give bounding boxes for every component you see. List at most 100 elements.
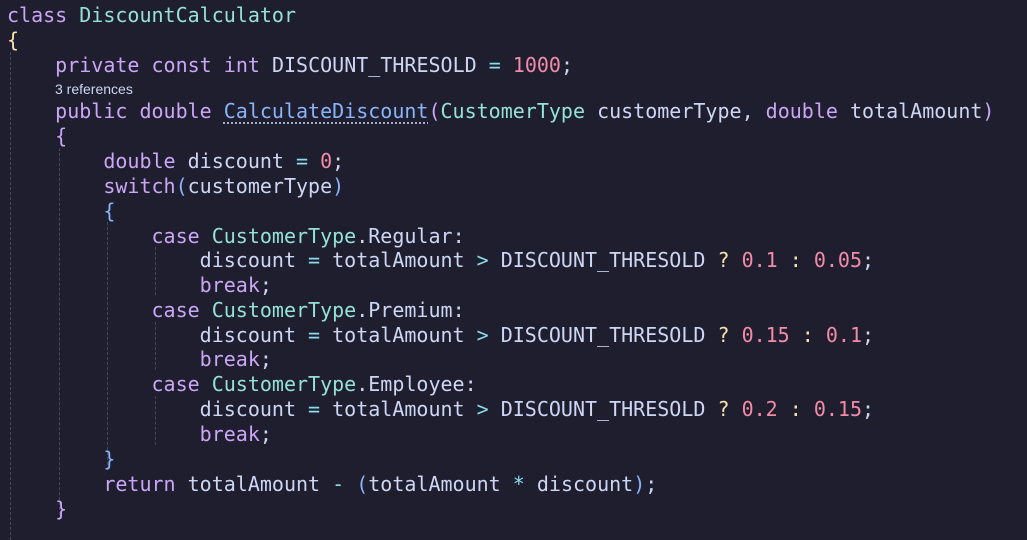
code-line[interactable]: { [7, 199, 115, 224]
code-line[interactable]: case CustomerType.Employee: [7, 372, 477, 397]
code-line[interactable]: case CustomerType.Regular: [7, 224, 465, 249]
code-token: ; [560, 53, 574, 77]
code-token: { [103, 199, 116, 223]
code-token: totalAmount [368, 472, 501, 496]
code-token: double [103, 149, 176, 173]
code-line[interactable]: return totalAmount - (totalAmount * disc… [7, 472, 657, 497]
code-line[interactable]: private const int DISCOUNT_THRESOLD = 10… [7, 53, 573, 78]
code-token: DISCOUNT_THRESOLD [500, 248, 706, 272]
method-name-token[interactable]: CalculateDiscount [224, 99, 429, 123]
code-line[interactable]: break; [7, 347, 272, 372]
code-line[interactable]: public double CalculateDiscount(Customer… [7, 99, 994, 124]
code-token: DISCOUNT_THRESOLD [500, 397, 706, 421]
code-token: ( [356, 472, 369, 496]
code-token: DISCOUNT_THRESOLD [271, 53, 477, 77]
code-token: 1000 [512, 53, 561, 77]
code-token: = [296, 149, 309, 173]
code-token: . [356, 224, 369, 248]
code-token: break [199, 273, 260, 297]
code-token: ? [717, 397, 730, 421]
code-line[interactable]: { [7, 124, 67, 149]
code-token: ( [428, 99, 441, 123]
codelens-references[interactable]: 3 references [55, 80, 133, 98]
code-token: ? [717, 323, 730, 347]
code-token: customerType [187, 174, 333, 198]
code-line[interactable]: break; [7, 422, 272, 447]
code-token: totalAmount [332, 248, 465, 272]
code-token: > [476, 248, 489, 272]
code-token: discount [536, 472, 634, 496]
code-token: ) [332, 174, 345, 198]
code-line[interactable]: discount = totalAmount > DISCOUNT_THRESO… [7, 248, 874, 273]
code-token: = [308, 323, 321, 347]
code-token: : [801, 323, 814, 347]
code-token: 0.1 [741, 248, 778, 272]
code-token: } [55, 497, 68, 521]
code-line[interactable]: } [7, 447, 115, 472]
code-token: } [103, 447, 116, 471]
code-token: 0 [320, 149, 333, 173]
code-line[interactable]: discount = totalAmount > DISCOUNT_THRESO… [7, 397, 874, 422]
code-token: return [103, 472, 176, 496]
code-token: : [789, 397, 802, 421]
code-token: : [464, 372, 477, 396]
code-line[interactable]: { [7, 28, 19, 53]
code-token: Employee [368, 372, 465, 396]
code-token: ; [862, 397, 875, 421]
code-line[interactable]: class DiscountCalculator [7, 3, 296, 28]
code-token: = [488, 53, 501, 77]
code-line[interactable]: } [7, 497, 67, 522]
code-line[interactable]: switch(customerType) [7, 174, 344, 199]
code-token: . [356, 372, 369, 396]
code-token: totalAmount [187, 472, 321, 496]
code-line[interactable]: discount = totalAmount > DISCOUNT_THRESO… [7, 323, 874, 348]
code-token: . [356, 298, 369, 322]
code-token: { [55, 124, 68, 148]
code-token: ; [862, 248, 875, 272]
code-token: Premium [368, 298, 453, 322]
code-token: ( [175, 174, 188, 198]
code-token: customerType [597, 99, 742, 123]
code-token: private [55, 53, 140, 77]
code-token: discount [199, 248, 296, 272]
code-line[interactable]: break; [7, 273, 272, 298]
code-line[interactable]: double discount = 0; [7, 149, 344, 174]
code-line[interactable]: case CustomerType.Premium: [7, 298, 465, 323]
code-editor[interactable]: 3 references class DiscountCalculator{ p… [0, 0, 1027, 540]
